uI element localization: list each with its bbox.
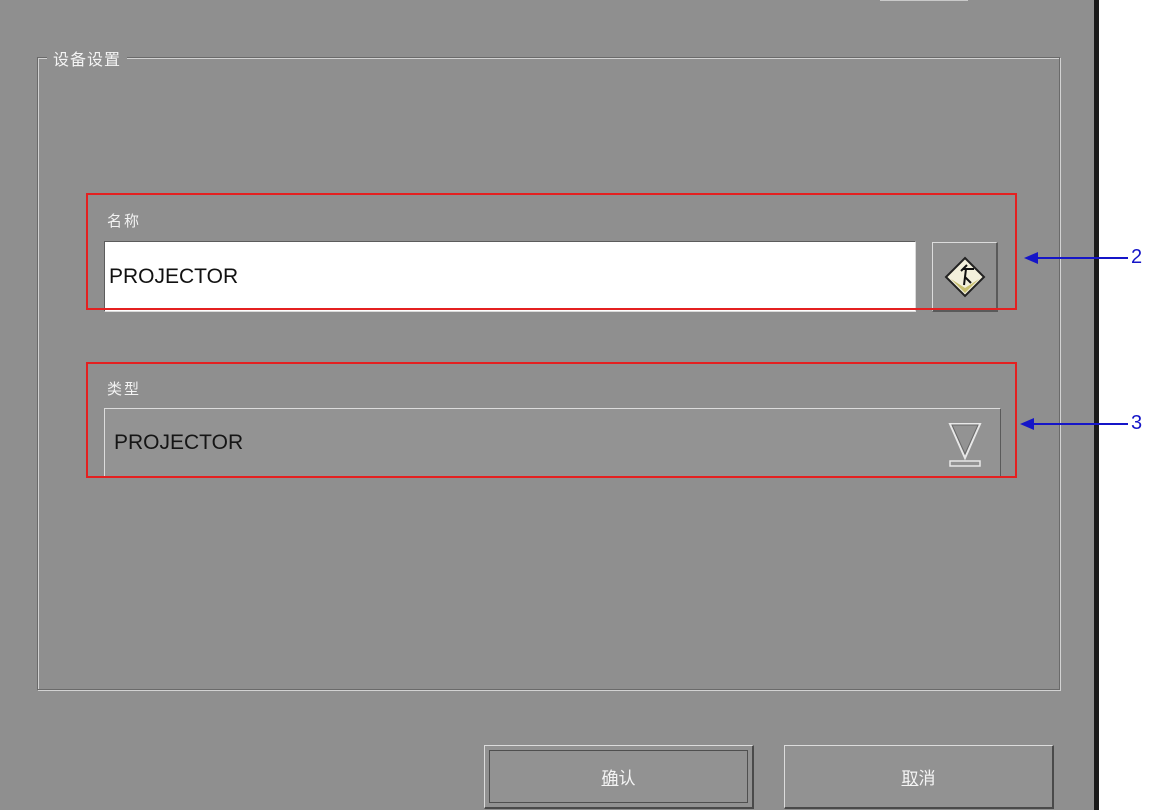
groupbox-title: 设备设置: [47, 46, 128, 70]
callout-line-3: [1032, 423, 1128, 425]
cancel-button-label: 消: [918, 769, 936, 789]
ok-button-focus-ring: [489, 750, 748, 803]
window-border: [1094, 0, 1099, 810]
cancel-button-mnemonic: 取: [901, 769, 919, 789]
type-field-highlight: [86, 362, 1017, 478]
cancel-button[interactable]: 取消: [784, 745, 1054, 809]
callout-number-2: 2: [1131, 246, 1143, 268]
callout-line-2: [1036, 257, 1128, 259]
name-field-highlight: [86, 193, 1017, 310]
window-edge: [880, 0, 968, 1]
ok-button[interactable]: 确认: [484, 745, 754, 809]
callout-number-3: 3: [1131, 412, 1143, 434]
